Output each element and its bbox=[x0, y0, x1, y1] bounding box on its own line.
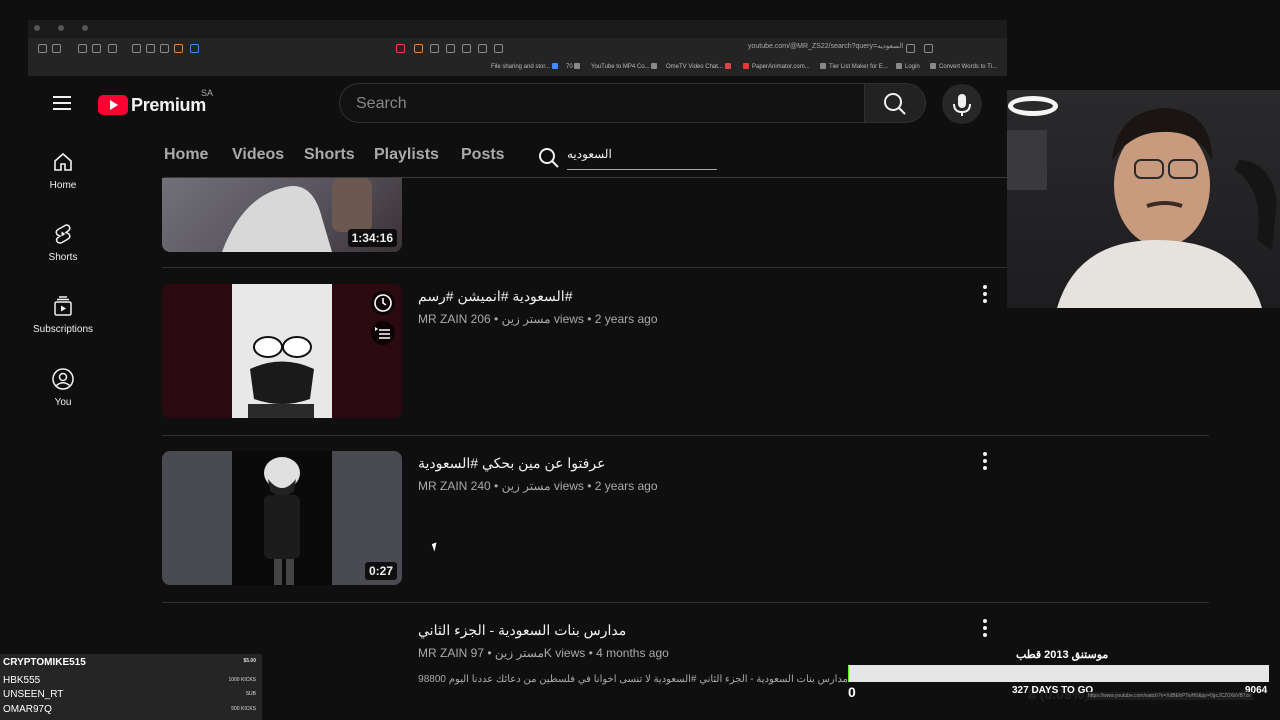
warning-icon[interactable] bbox=[396, 44, 405, 53]
video-description: مدارس بنات السعودية - الجزء الثاني #السع… bbox=[418, 674, 848, 685]
back-icon[interactable] bbox=[52, 44, 61, 53]
video-title[interactable]: السعودية #انميشن #رسم# bbox=[418, 288, 572, 305]
guide-item-subscriptions[interactable]: Subscriptions bbox=[28, 294, 98, 354]
tab-icon[interactable] bbox=[92, 44, 101, 53]
search-icon bbox=[884, 93, 906, 115]
region-code: SA bbox=[201, 88, 214, 98]
divider bbox=[162, 435, 1209, 436]
guide-item-you[interactable]: You bbox=[28, 367, 98, 427]
watch-later-icon[interactable] bbox=[370, 290, 396, 316]
youtube-play-icon bbox=[98, 95, 128, 115]
video-title[interactable]: عرفتوا عن مين بحكي #السعودية bbox=[418, 455, 605, 472]
bookmark-item[interactable]: Tier List Maker for E... bbox=[820, 63, 888, 70]
youtube-premium-logo[interactable]: Premium SA bbox=[98, 88, 213, 116]
you-icon bbox=[52, 368, 74, 390]
divider bbox=[162, 602, 1209, 603]
upload-age: 4 months ago bbox=[596, 646, 669, 660]
microphone-icon bbox=[953, 94, 971, 116]
extension-icon[interactable] bbox=[174, 44, 183, 53]
bookmark-item[interactable]: Convert Words to Ti... bbox=[930, 63, 997, 70]
video-meta: MR ZAIN مستر زين • 206 views • 2 years a… bbox=[418, 312, 658, 326]
bookmark-item[interactable]: Login bbox=[896, 63, 920, 70]
thumbnail-illustration bbox=[232, 284, 332, 418]
streamer-video bbox=[1007, 108, 1277, 308]
reader-icon[interactable] bbox=[906, 44, 915, 53]
extension-icon[interactable] bbox=[160, 44, 169, 53]
upload-age: 2 years ago bbox=[594, 312, 658, 326]
bookmark-item[interactable]: 70 bbox=[566, 63, 583, 70]
subscriptions-icon bbox=[54, 296, 72, 316]
tab-icon[interactable] bbox=[78, 44, 87, 53]
extension-icon[interactable] bbox=[430, 44, 439, 53]
webcam-feed bbox=[1007, 90, 1280, 308]
maximize-window-icon[interactable] bbox=[58, 25, 64, 31]
bookmark-item[interactable]: OmeTV Video Chat... bbox=[666, 63, 734, 70]
video-meta: MR ZAIN مستر زين • 97K views • 4 months … bbox=[418, 646, 669, 660]
guide-menu-button[interactable] bbox=[53, 96, 71, 110]
goal-min: 0 bbox=[848, 684, 856, 700]
menu-icon[interactable] bbox=[38, 44, 47, 53]
more-actions-icon[interactable] bbox=[982, 619, 988, 637]
extension-icon[interactable] bbox=[414, 44, 423, 53]
tab-shorts[interactable]: Shorts bbox=[304, 146, 355, 164]
tab-videos[interactable]: Videos bbox=[232, 146, 284, 164]
shorts-icon bbox=[55, 224, 71, 244]
tab-playlists[interactable]: Playlists bbox=[374, 146, 439, 164]
search-input[interactable]: Search bbox=[339, 83, 865, 123]
browser-toolbar: youtube.com/@MR_ZS22/search?query=السعود… bbox=[28, 38, 1007, 60]
video-thumbnail[interactable]: 1:34:16 bbox=[162, 178, 402, 252]
guide-item-home[interactable]: Home bbox=[28, 150, 98, 210]
tab-home[interactable]: Home bbox=[164, 146, 208, 164]
kick-event-row: UNSEEN_RT SUB bbox=[3, 689, 256, 700]
browser-tab-strip bbox=[28, 20, 1007, 38]
music-icon[interactable] bbox=[108, 44, 117, 53]
extension-icon[interactable] bbox=[494, 44, 503, 53]
video-duration: 1:34:16 bbox=[347, 229, 397, 247]
tab-posts[interactable]: Posts bbox=[461, 146, 505, 164]
bookmark-item[interactable]: PaperAnimator.com... bbox=[743, 63, 810, 70]
bookmark-item[interactable]: YouTube to MP4 Co... bbox=[591, 63, 660, 70]
search-button[interactable] bbox=[864, 83, 926, 123]
goal-title: موستنق 2013 قطب bbox=[1016, 649, 1109, 661]
guide-item-shorts[interactable]: Shorts bbox=[28, 222, 98, 282]
upload-age: 2 years ago bbox=[594, 479, 658, 493]
kick-event-row: CRYPTOMIKE515 $5.00 bbox=[3, 657, 256, 668]
kick-event-row: OMAR97Q 500 KICKS bbox=[3, 704, 256, 715]
video-title[interactable]: مدارس بنات السعودية - الجزء الثاني bbox=[418, 622, 626, 639]
bookmark-icon[interactable] bbox=[924, 44, 933, 53]
extension-icon[interactable] bbox=[190, 44, 199, 53]
link-status-url: https://www.youtube.com/watch?v=XdBEfrPT… bbox=[1086, 692, 1253, 700]
more-actions-icon[interactable] bbox=[982, 452, 988, 470]
home-icon bbox=[54, 152, 72, 171]
ring-light bbox=[1008, 96, 1058, 116]
search-icon[interactable] bbox=[537, 146, 561, 170]
video-duration: 0:27 bbox=[364, 562, 397, 580]
video-thumbnail[interactable]: 0:27 bbox=[162, 451, 402, 585]
channel-tabs: Home Videos Shorts Playlists Posts السعو… bbox=[164, 132, 1007, 178]
video-thumbnail[interactable] bbox=[162, 284, 402, 418]
extension-icon[interactable] bbox=[132, 44, 141, 53]
kick-events-overlay: CRYPTOMIKE515 $5.00 HBK555 1000 KICKS UN… bbox=[0, 654, 262, 720]
more-actions-icon[interactable] bbox=[982, 285, 988, 303]
address-bar[interactable]: youtube.com/@MR_ZS22/search?query=السعود… bbox=[748, 42, 903, 50]
voice-search-button[interactable] bbox=[942, 84, 982, 124]
extension-icon[interactable] bbox=[446, 44, 455, 53]
extension-icon[interactable] bbox=[146, 44, 155, 53]
goal-progress-bar: 8 (0.09%) bbox=[848, 665, 1269, 702]
channel-search-input[interactable]: السعوديه bbox=[567, 147, 612, 161]
masthead: Premium SA Search bbox=[28, 76, 1007, 132]
channel-search[interactable]: السعوديه bbox=[537, 144, 717, 172]
minimize-window-icon[interactable] bbox=[82, 25, 88, 31]
bookmarks-bar: File sharing and stor... 70 YouTube to M… bbox=[28, 60, 1007, 76]
close-window-icon[interactable] bbox=[34, 25, 40, 31]
zoom-icon[interactable] bbox=[478, 44, 487, 53]
bookmark-item[interactable]: File sharing and stor... bbox=[491, 63, 561, 70]
goal-days-left: 327 DAYS TO GO bbox=[1012, 685, 1094, 696]
video-meta: MR ZAIN مستر زين • 240 views • 2 years a… bbox=[418, 479, 658, 493]
extension-icon[interactable] bbox=[462, 44, 471, 53]
kick-event-row: HBK555 1000 KICKS bbox=[3, 675, 256, 686]
add-to-queue-icon[interactable] bbox=[370, 320, 396, 346]
